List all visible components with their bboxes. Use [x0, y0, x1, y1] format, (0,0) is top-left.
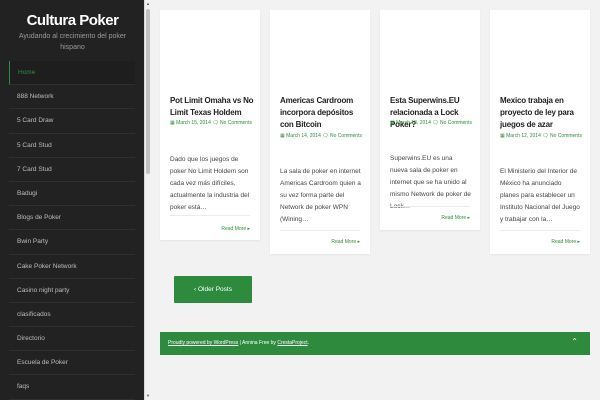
post-date[interactable]: March 12, 2014	[506, 133, 541, 139]
post-meta: ▦ March 15, 2014 🗨 No Comments	[170, 120, 256, 127]
menu-item-home[interactable]: Home	[9, 61, 135, 86]
post-meta: ▦ March 13, 2014 🗨 No Comments	[390, 120, 476, 127]
menu-item-blogs-de-poker[interactable]: Blogs de Poker	[9, 206, 135, 231]
site-footer: Proudly powered by WordPress | Annina Fr…	[160, 332, 590, 355]
menu-item-clasificados[interactable]: clasificados	[9, 303, 135, 328]
sidebar-scrollbar[interactable]: ▲ ▼	[144, 0, 150, 400]
menu-item-bwin-party[interactable]: Bwin Party	[9, 230, 135, 255]
post-date[interactable]: March 14, 2014	[286, 133, 321, 139]
calendar-icon: ▦	[500, 133, 505, 139]
read-more-label: Read More	[331, 239, 357, 245]
caret-right-icon: ▸	[247, 226, 250, 232]
post-meta: ▦ March 14, 2014 🗨 No Comments	[280, 133, 366, 140]
read-more-link[interactable]: Read More ▸	[331, 239, 360, 245]
post-card: Esta Superwins.EU relacionada a Lock Pok…	[380, 10, 480, 230]
post-card: Mexico trabaja en proyecto de ley para j…	[490, 10, 590, 254]
sidebar: Cultura Poker Ayudando al crecimiento de…	[0, 0, 145, 400]
footer-period: .	[307, 340, 310, 346]
post-title[interactable]: Pot Limit Omaha vs No Limit Texas Holdem	[170, 95, 258, 119]
post-excerpt: El Ministerio del Interior de México ha …	[500, 168, 580, 223]
card-divider	[390, 206, 470, 207]
menu-item-badugi[interactable]: Badugi	[9, 182, 135, 207]
read-more-link[interactable]: Read More ▸	[221, 226, 250, 232]
read-more-label: Read More	[551, 239, 577, 245]
read-more-link[interactable]: Read More ▸	[551, 239, 580, 245]
card-divider	[500, 230, 580, 231]
post-excerpt: Dado que los juegos de poker No Limit Ho…	[170, 156, 250, 211]
post-comments[interactable]: No Comments	[440, 120, 472, 126]
post-comments[interactable]: No Comments	[330, 133, 362, 139]
scroll-up-arrow-icon[interactable]: ▲	[145, 1, 151, 7]
post-meta: ▦ March 12, 2014 🗨 No Comments	[500, 133, 586, 140]
menu-item-888-network[interactable]: 888 Network	[9, 85, 135, 110]
menu-item-5-card-stud[interactable]: 5 Card Stud	[9, 134, 135, 158]
main-menu: Home 888 Network 5 Card Draw 5 Card Stud…	[9, 61, 135, 400]
post-title[interactable]: Americas Cardroom incorpora depósitos co…	[280, 95, 368, 131]
post-card: Americas Cardroom incorpora depósitos co…	[270, 10, 370, 254]
post-comments[interactable]: No Comments	[550, 133, 582, 139]
menu-item-casino-night-party[interactable]: Casino night party	[9, 279, 135, 303]
scrollbar-thumb[interactable]	[146, 9, 150, 174]
site-title[interactable]: Cultura Poker	[0, 12, 145, 29]
post-excerpt: La sala de poker en internet Americas Ca…	[280, 168, 361, 223]
caret-right-icon: ▸	[357, 239, 360, 245]
chevron-up-icon[interactable]: ⌃	[571, 337, 578, 346]
read-more-label: Read More	[221, 226, 247, 232]
card-divider	[170, 215, 250, 216]
card-divider	[280, 230, 360, 231]
post-card: Pot Limit Omaha vs No Limit Texas Holdem…	[160, 10, 260, 240]
menu-item-7-card-stud[interactable]: 7 Card Stud	[9, 158, 135, 182]
menu-item-5-card-draw[interactable]: 5 Card Draw	[9, 109, 135, 134]
footer-separator: | Annina Free by	[239, 340, 276, 346]
comments-icon: 🗨	[322, 133, 329, 139]
post-excerpt: Superwins.EU es una nueva sala de poker …	[390, 155, 471, 210]
caret-right-icon: ▸	[577, 239, 580, 245]
theme-author-link[interactable]: CrestaProject	[277, 340, 307, 346]
calendar-icon: ▦	[280, 133, 285, 139]
post-date[interactable]: March 15, 2014	[176, 120, 211, 126]
scroll-down-arrow-icon[interactable]: ▼	[145, 393, 151, 399]
read-more-link[interactable]: Read More ▸	[441, 215, 470, 221]
read-more-label: Read More	[441, 215, 467, 221]
menu-item-cake-poker-network[interactable]: Cake Poker Network	[9, 255, 135, 279]
post-comments[interactable]: No Comments	[220, 120, 252, 126]
older-posts-button[interactable]: ‹ Older Posts	[174, 276, 252, 303]
calendar-icon: ▦	[390, 120, 395, 126]
menu-item-escuela-de-poker[interactable]: Escuela de Poker	[9, 351, 135, 376]
site-description: Ayudando al crecimiento del poker hispan…	[18, 33, 127, 51]
menu-item-faqs[interactable]: faqs	[9, 375, 135, 400]
comments-icon: 🗨	[542, 133, 549, 139]
post-title[interactable]: Mexico trabaja en proyecto de ley para j…	[500, 95, 588, 131]
caret-right-icon: ▸	[467, 215, 470, 221]
comments-icon: 🗨	[212, 120, 219, 126]
wordpress-link[interactable]: Proudly powered by WordPress	[168, 340, 238, 346]
post-date[interactable]: March 13, 2014	[396, 120, 431, 126]
calendar-icon: ▦	[170, 120, 175, 126]
comments-icon: 🗨	[432, 120, 439, 126]
menu-item-directorio[interactable]: Directorio	[9, 327, 135, 352]
footer-credits: Proudly powered by WordPress | Annina Fr…	[168, 340, 309, 346]
